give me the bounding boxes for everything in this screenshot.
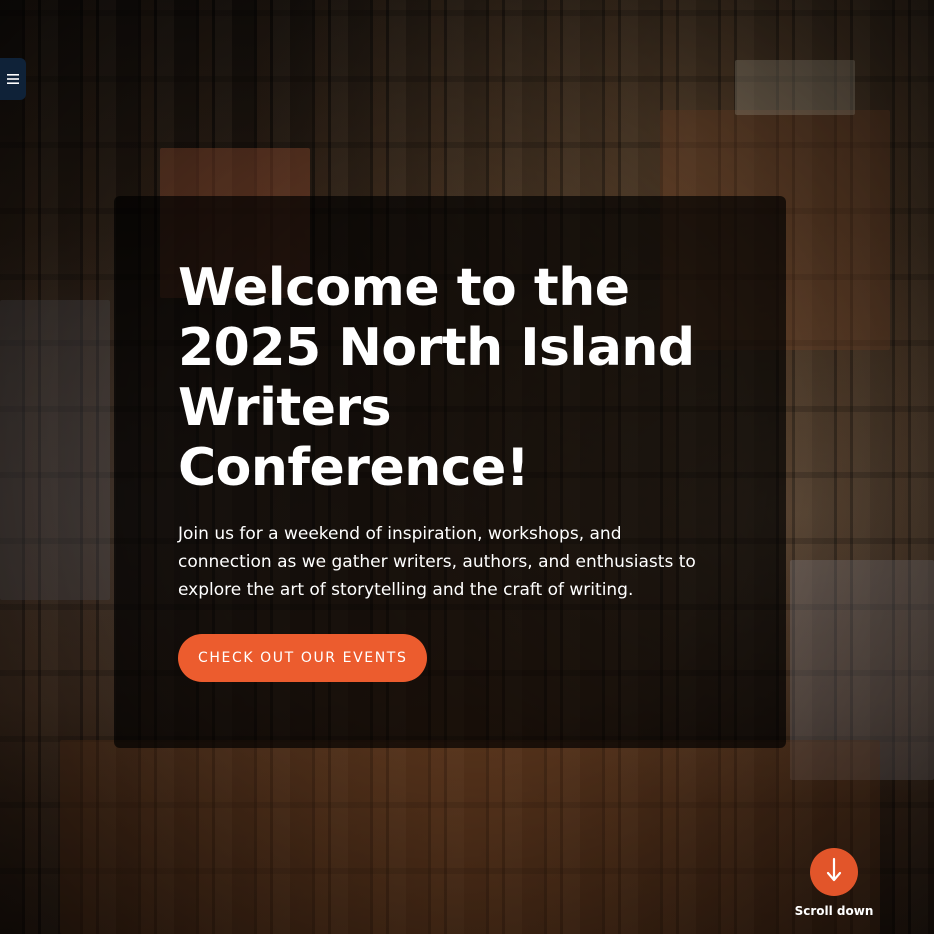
hero-description: Join us for a weekend of inspiration, wo… xyxy=(178,524,696,600)
hamburger-menu-icon xyxy=(7,73,19,85)
scroll-down-button[interactable]: Scroll down xyxy=(793,848,875,918)
menu-toggle-button[interactable] xyxy=(0,58,26,100)
arrow-down-icon xyxy=(824,857,844,887)
scroll-down-circle[interactable] xyxy=(810,848,858,896)
scroll-down-label: Scroll down xyxy=(794,904,874,918)
hero-title: Welcome to the 2025 North Island Writers… xyxy=(178,258,695,498)
hero-card: Welcome to the 2025 North Island Writers… xyxy=(114,196,786,748)
check-out-events-button[interactable]: CHECK OUT OUR EVENTS xyxy=(178,634,428,682)
page: Welcome to the 2025 North Island Writers… xyxy=(0,0,934,934)
